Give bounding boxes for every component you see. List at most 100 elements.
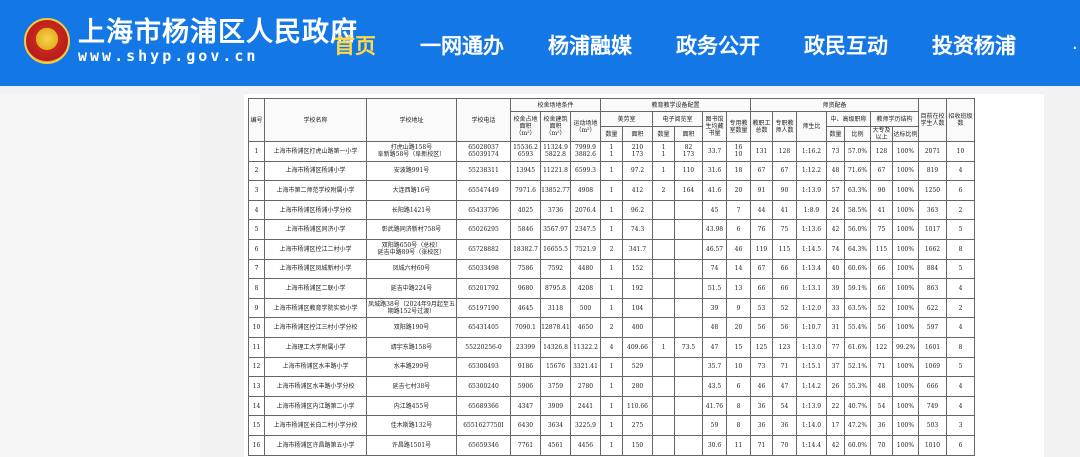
th-id: 编号 bbox=[248, 98, 265, 142]
table-cell: 100% bbox=[892, 356, 919, 378]
nav-online-services[interactable]: 一网通办 bbox=[420, 30, 504, 60]
table-cell: 15 bbox=[248, 415, 265, 436]
table-cell: 3 bbox=[946, 415, 975, 436]
nav-interaction[interactable]: 政民互动 bbox=[804, 30, 888, 60]
table-row: 16 上海市杨浦区许昌路第五小学 许昌路1501号 65659346 7761 4561 4… bbox=[248, 434, 975, 456]
table-cell: 1:14.0 bbox=[796, 415, 827, 436]
th-teachers: 专职教师人数 bbox=[772, 111, 797, 142]
th-degree: 大专及以上 bbox=[870, 126, 893, 142]
table-cell: 1:14.4 bbox=[796, 434, 827, 456]
table-cell: 56 bbox=[772, 317, 797, 338]
table-cell: 上海市杨浦区控江三村小学分校 bbox=[264, 317, 367, 338]
table-cell: 2347.5 bbox=[570, 219, 601, 240]
table-cell: 1 bbox=[600, 199, 623, 221]
table-cell: 14326.8 bbox=[540, 336, 571, 358]
table-cell: 3759 bbox=[540, 376, 571, 397]
nav-more-indicator[interactable]: · bbox=[1072, 38, 1080, 59]
table-cell: 1017 bbox=[918, 219, 947, 240]
site-logo[interactable]: 上海市杨浦区人民政府 www.shyp.gov.cn bbox=[24, 18, 358, 64]
th-edu-struct: 教师学历结构 bbox=[870, 111, 919, 127]
table-cell: 15 bbox=[726, 336, 751, 358]
logo-text: 上海市杨浦区人民政府 www.shyp.gov.cn bbox=[78, 18, 358, 65]
table-cell: 13852.77 bbox=[540, 180, 571, 201]
table-cell: 46.57 bbox=[702, 238, 727, 260]
table-cell: 59.1% bbox=[844, 278, 871, 299]
table-cell: 43.98 bbox=[702, 219, 727, 240]
table-cell: 1 bbox=[600, 297, 623, 319]
nav-yangpu-media[interactable]: 杨浦融媒 bbox=[548, 30, 632, 60]
table-cell: 7 bbox=[248, 258, 265, 280]
table-cell: 4 bbox=[248, 199, 265, 221]
table-cell: 1 bbox=[600, 160, 623, 182]
table-cell: 上海市杨浦区杨浦小学 bbox=[264, 160, 367, 182]
document-image: 编号 学校名称 学校地址 学校电话 校舍场地条件 教育教学设备配置 师资配备 目… bbox=[244, 94, 1044, 457]
table-cell: 1 1 bbox=[600, 141, 623, 162]
table-cell: 15536.2 6593 bbox=[510, 141, 541, 162]
table-cell: 6599.3 bbox=[570, 160, 601, 182]
table-cell: 65026295 bbox=[456, 219, 511, 240]
table-cell: 71 bbox=[772, 356, 797, 378]
table-cell: 97.2 bbox=[622, 160, 653, 182]
table-cell: 39 bbox=[826, 278, 845, 299]
table-cell: 65201792 bbox=[456, 278, 511, 299]
table-cell: 6 bbox=[946, 180, 975, 201]
table-cell: 57.0% bbox=[844, 141, 871, 162]
table-cell: 上海市杨浦区长白二村小学分校 bbox=[264, 415, 367, 436]
table-cell: 90 bbox=[870, 180, 893, 201]
table-cell: 30.6 bbox=[702, 434, 727, 456]
nav-invest[interactable]: 投资杨浦 bbox=[932, 30, 1016, 60]
nav-home[interactable]: 首页 bbox=[334, 30, 376, 60]
table-cell: 100% bbox=[892, 434, 919, 456]
table-cell: 819 bbox=[918, 160, 947, 182]
table-cell bbox=[674, 258, 703, 280]
site-header: 上海市杨浦区人民政府 www.shyp.gov.cn 首页 一网通办 杨浦融媒 … bbox=[0, 0, 1080, 86]
th-e-count: 数量 bbox=[652, 126, 675, 142]
th-students: 目前在校学生人数 bbox=[918, 98, 947, 142]
table-cell: 65197190 bbox=[456, 297, 511, 319]
table-cell: 64.3% bbox=[844, 238, 871, 260]
table-cell: 597 bbox=[918, 317, 947, 338]
table-cell: 凤城路38号（2024年9月起至五期路152号过渡） bbox=[366, 297, 457, 319]
table-cell: 16 10 bbox=[726, 141, 751, 162]
table-cell bbox=[674, 376, 703, 397]
table-cell: 2 bbox=[652, 180, 675, 201]
table-cell: 上海理工大学附属小学 bbox=[264, 336, 367, 358]
table-cell: 5 bbox=[946, 356, 975, 378]
table-cell: 622 bbox=[918, 297, 947, 319]
table-cell: 10 bbox=[726, 356, 751, 378]
table-cell: 40.7% bbox=[844, 395, 871, 417]
table-cell: 31.6 bbox=[702, 160, 727, 182]
table-cell: 280 bbox=[622, 376, 653, 397]
table-cell: 2071 bbox=[918, 141, 947, 162]
table-cell: 90 bbox=[772, 180, 797, 201]
table-cell: 61.6% bbox=[844, 336, 871, 358]
table-cell: 100% bbox=[892, 415, 919, 436]
table-cell: 1:14.5 bbox=[796, 238, 827, 260]
table-cell: 7586 bbox=[510, 258, 541, 280]
th-degree-pct: 达标比例 bbox=[892, 126, 919, 142]
table-cell: 12878.41 bbox=[540, 317, 571, 338]
table-cell: 6 bbox=[726, 376, 751, 397]
table-cell: 41 bbox=[870, 199, 893, 221]
th-senior-pct: 比例 bbox=[844, 126, 871, 142]
table-cell: 16 bbox=[248, 434, 265, 456]
table-cell: 71 bbox=[750, 434, 773, 456]
table-cell: 412 bbox=[622, 180, 653, 201]
table-cell: 1662 bbox=[918, 238, 947, 260]
table-row: 13 上海市杨浦区水丰路小学分校 延吉七村38号 65300240 5906 3759 27… bbox=[248, 376, 975, 397]
table-cell: 150 bbox=[622, 434, 653, 456]
table-cell: 1:15.1 bbox=[796, 356, 827, 378]
table-cell: 7 bbox=[726, 199, 751, 221]
table-cell: 54 bbox=[870, 395, 893, 417]
table-cell: 40 bbox=[826, 258, 845, 280]
table-cell: 42 bbox=[826, 219, 845, 240]
table-cell: 73 bbox=[750, 356, 773, 378]
table-cell: 100% bbox=[892, 317, 919, 338]
table-cell: 1 bbox=[600, 278, 623, 299]
table-cell: 大连西路16号 bbox=[366, 180, 457, 201]
table-cell: 延吉中路224号 bbox=[366, 278, 457, 299]
table-cell: 6551627750I bbox=[456, 415, 511, 436]
table-cell bbox=[674, 199, 703, 221]
table-cell: 63.3% bbox=[844, 180, 871, 201]
nav-gov-affairs[interactable]: 政务公开 bbox=[676, 30, 760, 60]
